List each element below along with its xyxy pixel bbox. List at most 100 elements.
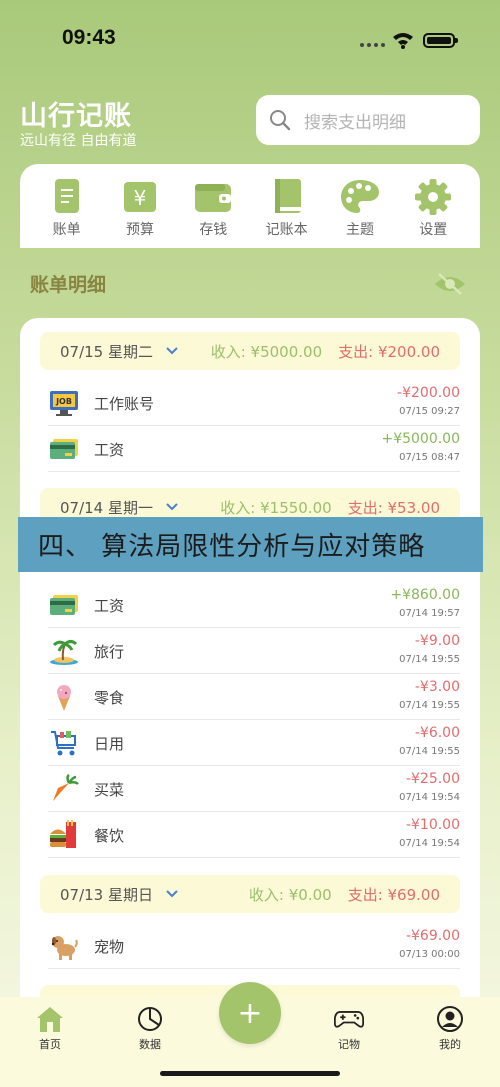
bill-icon [54,179,79,213]
gear-icon [415,179,452,215]
entry-amount: -¥6.00 [414,725,460,741]
list-item[interactable]: JOB 工作账号 -¥200.00 07/15 09:27 [48,380,460,426]
shortcut-theme[interactable]: 主题 [328,178,392,248]
home-icon [37,1007,63,1032]
svg-text:JOB: JOB [55,397,72,406]
tab-label: 数据 [139,1038,161,1051]
shortcut-card: 账单 ¥ 预算 存钱 记账本 主题 设置 [20,164,480,248]
entry-name: 日用 [94,735,125,753]
entry-name: 宠物 [94,938,125,956]
entry-name: 工作账号 [94,395,155,413]
entry-name: 餐饮 [94,827,125,845]
entry-amount: +¥860.00 [390,587,460,603]
entry-time: 07/15 08:47 [399,452,460,463]
tab-data[interactable]: 数据 [120,1005,180,1052]
overlay-banner: 四、 算法局限性分析与应对策略 [18,517,483,572]
shortcut-label: 主题 [345,222,374,238]
ice-cream-icon [48,681,80,713]
tab-label: 记物 [338,1038,360,1051]
list-item[interactable]: 买菜 -¥25.00 07/14 19:54 [48,766,460,812]
entry-name: 零食 [94,689,125,707]
list-item[interactable]: 餐饮 -¥10.00 07/14 19:54 [48,812,460,858]
entry-time: 07/14 19:55 [399,700,460,711]
list-item[interactable]: 旅行 -¥9.00 07/14 19:55 [48,628,460,674]
tab-label: 我的 [439,1038,461,1051]
burger-icon [48,819,80,851]
day-expense: 支出: ¥69.00 [347,885,440,904]
dog-icon [48,930,80,962]
tab-label: 首页 [39,1038,61,1051]
tab-profile[interactable]: 我的 [420,1005,480,1052]
bill-list: 07/15 星期二 收入: ¥5000.00 支出: ¥200.00 JOB 工… [20,318,480,1018]
gamepad-icon [334,1011,364,1028]
budget-icon: ¥ [123,182,156,212]
carrot-icon [48,773,80,805]
list-item[interactable]: 工资 +¥860.00 07/14 19:57 [48,582,460,628]
job-monitor-icon: JOB [48,387,80,419]
day-expense: 支出: ¥53.00 [347,498,440,517]
entry-name: 工资 [94,441,125,459]
tab-items[interactable]: 记物 [319,1005,379,1052]
shortcut-label: 设置 [419,222,448,238]
wifi-icon [393,33,413,49]
entry-amount: +¥5000.00 [381,431,460,447]
day-header[interactable]: 07/15 星期二 收入: ¥5000.00 支出: ¥200.00 [40,332,460,370]
chevron-down-icon [166,890,178,898]
search-icon [270,110,291,131]
day-expense: 支出: ¥200.00 [338,342,440,361]
island-icon [48,635,80,667]
entry-amount: -¥69.00 [405,928,460,944]
salary-card-icon [48,589,80,621]
battery-icon [423,33,458,48]
shortcut-bill[interactable]: 账单 [35,178,99,248]
day-income: 收入: ¥5000.00 [210,342,323,361]
search-input[interactable]: 搜索支出明细 [256,95,480,145]
shortcut-account-book[interactable]: 记账本 [255,178,319,248]
add-entry-button[interactable]: + [219,982,281,1044]
chevron-down-icon [166,503,178,511]
palette-icon [340,180,379,213]
wallet-icon [195,184,232,212]
day-date: 07/15 星期二 [60,342,153,361]
shortcut-label: 存钱 [199,222,228,238]
profile-icon [437,1006,463,1032]
book-icon [274,179,301,213]
entry-time: 07/14 19:55 [399,746,460,757]
shortcut-savings[interactable]: 存钱 [181,178,245,248]
pie-chart-icon [138,1007,162,1031]
entry-time: 07/15 09:27 [399,406,460,417]
shortcut-settings[interactable]: 设置 [401,178,465,248]
entry-time: 07/14 19:57 [399,608,460,619]
list-item[interactable]: 零食 -¥3.00 07/14 19:55 [48,674,460,720]
status-bar: 09:43 [0,0,500,80]
list-item[interactable]: 日用 -¥6.00 07/14 19:55 [48,720,460,766]
signal-icon [360,43,385,47]
day-date: 07/13 星期日 [60,885,153,904]
eye-off-icon[interactable] [433,271,467,297]
entry-name: 工资 [94,597,125,615]
day-income: 收入: ¥0.00 [248,885,332,904]
entry-name: 旅行 [94,643,125,661]
entry-time: 07/14 19:54 [399,792,460,803]
tab-home[interactable]: 首页 [20,1005,80,1052]
shortcut-budget[interactable]: ¥ 预算 [108,178,172,248]
entry-amount: -¥10.00 [405,817,460,833]
day-income: 收入: ¥1550.00 [220,498,332,517]
entry-time: 07/13 00:00 [399,949,460,960]
home-indicator [160,1071,340,1076]
list-item[interactable]: 宠物 -¥69.00 07/13 00:00 [48,923,460,969]
shortcut-label: 账单 [52,222,81,238]
day-date: 07/14 星期一 [60,498,153,517]
day-header[interactable]: 07/13 星期日 收入: ¥0.00 支出: ¥69.00 [40,875,460,913]
entry-amount: -¥3.00 [414,679,460,695]
entry-amount: -¥200.00 [397,385,460,401]
salary-card-icon [48,433,80,465]
list-item[interactable]: 工资 +¥5000.00 07/15 08:47 [48,426,460,472]
app-subtitle: 远山有径 自由有道 [20,133,137,149]
entry-amount: -¥25.00 [405,771,460,787]
entry-amount: -¥9.00 [414,633,460,649]
shortcut-label: 记账本 [265,222,308,238]
app-title: 山行记账 [20,101,132,132]
shortcut-label: 预算 [125,222,154,238]
shopping-cart-icon [48,727,80,759]
